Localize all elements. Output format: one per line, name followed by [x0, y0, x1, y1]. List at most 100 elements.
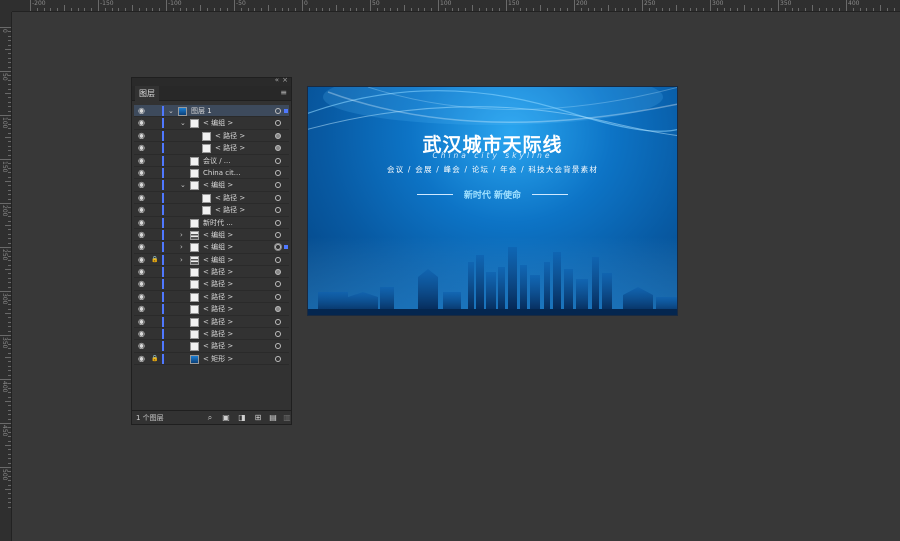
- ruler-tick: [526, 8, 528, 11]
- selection-indicator[interactable]: [284, 245, 288, 250]
- layer-row[interactable]: ◉ < 路径 >: [134, 291, 289, 304]
- target-circle-icon[interactable]: [275, 269, 281, 276]
- visibility-eye-icon[interactable]: ◉: [138, 155, 148, 167]
- visibility-eye-icon[interactable]: ◉: [138, 167, 148, 179]
- target-circle-icon[interactable]: [275, 293, 281, 300]
- layer-row[interactable]: ◉ < 路径 >: [134, 130, 289, 143]
- target-circle-icon[interactable]: [275, 108, 281, 114]
- visibility-eye-icon[interactable]: ◉: [138, 241, 148, 253]
- ruler-tick: [322, 8, 324, 11]
- chevron-right-icon[interactable]: ›: [180, 241, 183, 253]
- visibility-eye-icon[interactable]: ◉: [138, 291, 148, 303]
- lock-icon[interactable]: 🔒: [151, 254, 158, 266]
- visibility-eye-icon[interactable]: ◉: [138, 179, 148, 191]
- lock-icon[interactable]: 🔒: [151, 353, 158, 365]
- target-circle-icon[interactable]: [275, 194, 281, 201]
- visibility-eye-icon[interactable]: ◉: [138, 353, 148, 365]
- visibility-eye-icon[interactable]: ◉: [138, 278, 148, 290]
- visibility-eye-icon[interactable]: ◉: [138, 105, 148, 117]
- layer-color-bar: [162, 316, 164, 327]
- visibility-eye-icon[interactable]: ◉: [138, 130, 148, 142]
- artboard[interactable]: 武汉城市天际线 China city skyline 会议 / 会展 / 峰会 …: [307, 86, 678, 316]
- target-circle-icon[interactable]: [275, 331, 281, 338]
- target-circle-icon[interactable]: [275, 145, 281, 152]
- new-layer-icon[interactable]: ▤: [268, 413, 278, 423]
- target-circle-icon[interactable]: [275, 182, 281, 189]
- visibility-eye-icon[interactable]: ◉: [138, 254, 148, 266]
- search-icon[interactable]: ⌕: [205, 413, 215, 423]
- panel-menu-icon[interactable]: ≡: [280, 88, 287, 97]
- chevron-down-icon[interactable]: ⌄: [180, 117, 186, 129]
- layer-row[interactable]: ◉ < 路径 >: [134, 278, 289, 291]
- new-sublayer-icon[interactable]: ⊞: [253, 413, 263, 423]
- visibility-eye-icon[interactable]: ◉: [138, 192, 148, 204]
- layer-row[interactable]: ◉ 🔒 › < 编组 >: [134, 254, 289, 267]
- layer-row[interactable]: ◉ < 路径 >: [134, 340, 289, 353]
- target-circle-icon[interactable]: [275, 256, 281, 263]
- chevron-right-icon[interactable]: ›: [180, 229, 183, 241]
- slogan-divider-left: [416, 194, 453, 195]
- ruler-tick: [540, 5, 541, 11]
- layer-row[interactable]: ◉ < 路径 >: [134, 328, 289, 341]
- target-circle-icon[interactable]: [275, 355, 281, 362]
- layer-color-bar: [162, 143, 164, 154]
- visibility-eye-icon[interactable]: ◉: [138, 303, 148, 315]
- layer-thumbnail: [190, 218, 199, 228]
- selection-indicator[interactable]: [284, 109, 288, 113]
- visibility-eye-icon[interactable]: ◉: [138, 142, 148, 154]
- ruler-tick: [852, 8, 854, 11]
- target-circle-icon[interactable]: [275, 281, 281, 288]
- close-panel-icon[interactable]: ×: [282, 76, 288, 84]
- visibility-eye-icon[interactable]: ◉: [138, 229, 148, 241]
- ruler-tick: [8, 163, 11, 165]
- chevron-down-icon[interactable]: ⌄: [168, 105, 174, 117]
- visibility-eye-icon[interactable]: ◉: [138, 204, 148, 216]
- vertical-ruler[interactable]: 0 50 100 150 200 250 300 350 400 450 500: [0, 12, 12, 541]
- make-clipping-mask-icon[interactable]: ◨: [237, 413, 247, 423]
- layer-row[interactable]: ◉ › < 编组 >: [134, 229, 289, 242]
- target-circle-icon[interactable]: [275, 343, 281, 350]
- target-circle-icon[interactable]: [275, 157, 281, 164]
- target-circle-icon[interactable]: [275, 306, 281, 313]
- layer-row[interactable]: ◉ < 路径 >: [134, 266, 289, 279]
- target-circle-icon[interactable]: [275, 231, 281, 238]
- layer-row[interactable]: ◉ < 路径 >: [134, 316, 289, 329]
- layer-row[interactable]: ◉ < 路径 >: [134, 303, 289, 316]
- layer-row[interactable]: ◉ 新时代 ...: [134, 217, 289, 229]
- collapse-panel-icon[interactable]: «: [275, 76, 279, 84]
- ruler-tick: [8, 458, 11, 460]
- ruler-tick: [111, 8, 113, 11]
- visibility-eye-icon[interactable]: ◉: [138, 316, 148, 328]
- layer-row[interactable]: ◉ 会议 / ...: [134, 155, 289, 167]
- panel-titlebar[interactable]: « ×: [132, 76, 291, 86]
- ruler-tick: [8, 383, 11, 385]
- visibility-eye-icon[interactable]: ◉: [138, 266, 148, 278]
- target-circle-icon[interactable]: [275, 132, 281, 139]
- layer-row[interactable]: ◉ ⌄ 图层 1: [134, 105, 289, 118]
- visibility-eye-icon[interactable]: ◉: [138, 340, 148, 352]
- chevron-down-icon[interactable]: ⌄: [180, 179, 186, 191]
- layer-row[interactable]: ◉ China cit...: [134, 167, 289, 180]
- target-circle-icon[interactable]: [275, 244, 281, 251]
- visibility-eye-icon[interactable]: ◉: [138, 117, 148, 129]
- ruler-tick: [662, 8, 664, 11]
- layer-row[interactable]: ◉ < 路径 >: [134, 204, 289, 217]
- visibility-eye-icon[interactable]: ◉: [138, 217, 148, 229]
- target-circle-icon[interactable]: [275, 120, 281, 127]
- visibility-eye-icon[interactable]: ◉: [138, 328, 148, 340]
- tab-layers[interactable]: 图层: [135, 86, 159, 101]
- target-circle-icon[interactable]: [275, 318, 281, 325]
- layer-row[interactable]: ◉ › < 编组 >: [134, 241, 289, 254]
- chevron-right-icon[interactable]: ›: [180, 254, 183, 266]
- horizontal-ruler[interactable]: -200 -150 -100 -50 0 50 100 150 200 250 300 350 400: [0, 0, 900, 12]
- layer-row[interactable]: ◉ ⌄ < 编组 >: [134, 117, 289, 130]
- collect-export-icon[interactable]: ▣: [221, 413, 231, 423]
- layer-row[interactable]: ◉ ⌄ < 编组 >: [134, 179, 289, 192]
- layer-row[interactable]: ◉ < 路径 >: [134, 192, 289, 205]
- ruler-tick: [397, 8, 399, 11]
- target-circle-icon[interactable]: [275, 169, 281, 176]
- layer-row[interactable]: ◉ < 路径 >: [134, 142, 289, 155]
- target-circle-icon[interactable]: [275, 207, 281, 214]
- target-circle-icon[interactable]: [275, 219, 281, 226]
- layer-row[interactable]: ◉ 🔒 < 矩形 >: [134, 353, 289, 366]
